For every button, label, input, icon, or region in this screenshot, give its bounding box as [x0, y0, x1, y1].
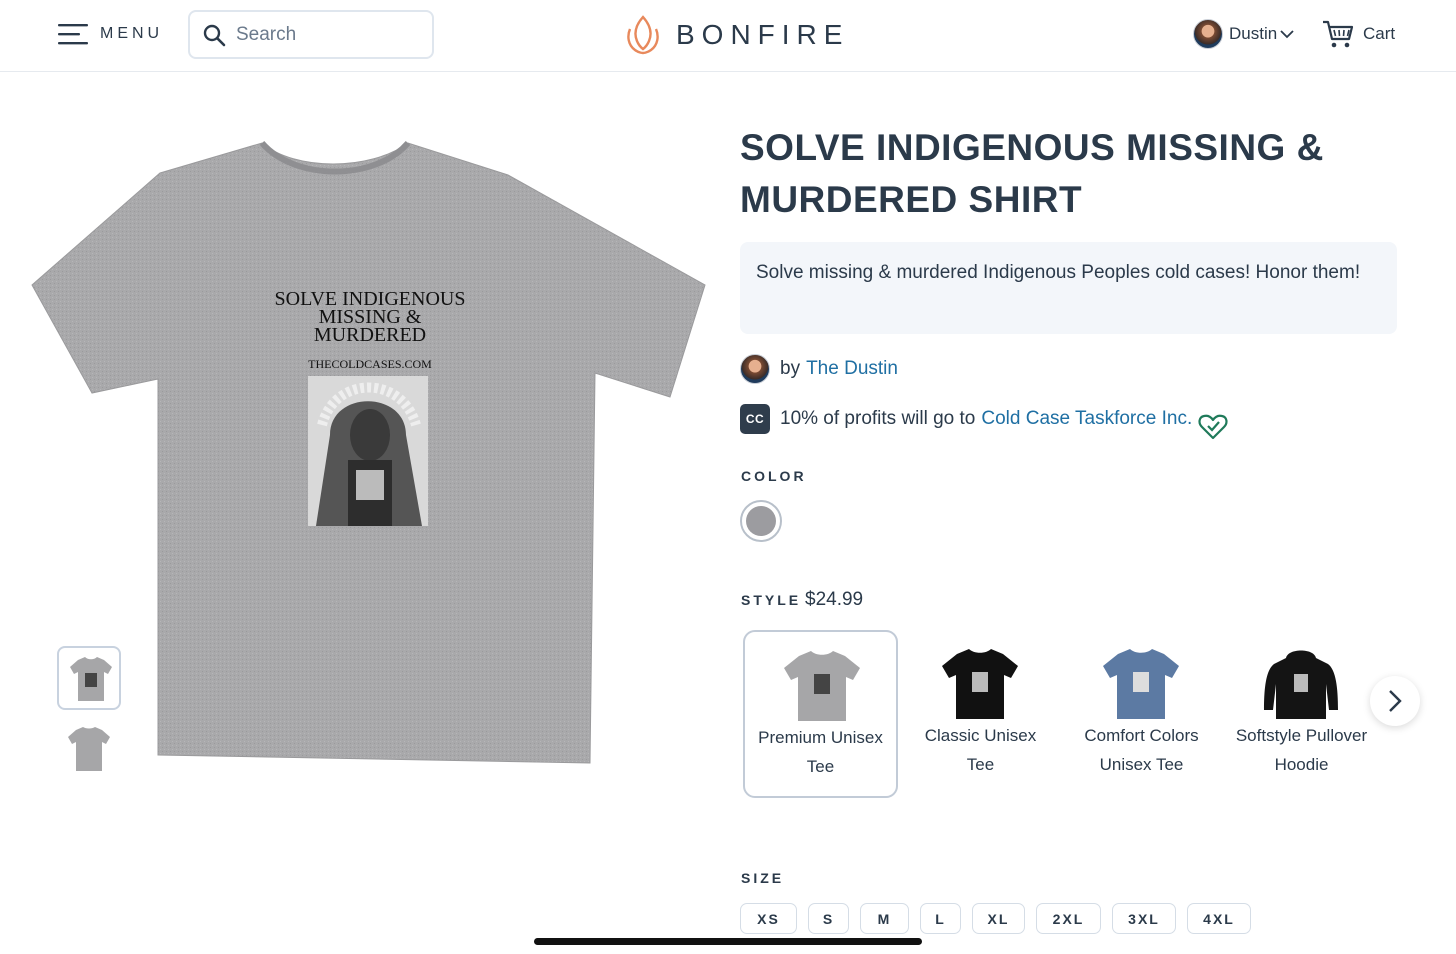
- search-input[interactable]: [236, 23, 416, 46]
- size-2xl-button[interactable]: 2XL: [1036, 903, 1101, 934]
- style-name: Premium Unisex Tee: [758, 728, 883, 776]
- hamburger-icon: [58, 24, 88, 45]
- style-name: Classic Unisex Tee: [924, 726, 1037, 774]
- style-option-premium-unisex-tee[interactable]: Premium Unisex Tee: [743, 630, 898, 798]
- style-option-softstyle-pullover-hoodie[interactable]: Softstyle Pullover Hoodie: [1224, 630, 1379, 798]
- creator-row: by The Dustin: [740, 353, 898, 385]
- size-l-button[interactable]: L: [920, 903, 961, 934]
- product-title: SOLVE INDIGENOUS MISSING & MURDERED SHIR…: [740, 127, 1324, 220]
- product-description: Solve missing & murdered Indigenous Peop…: [740, 242, 1397, 334]
- menu-button[interactable]: MENU: [58, 20, 163, 48]
- hoodie-image: [1264, 650, 1338, 719]
- flame-logo-icon: [627, 15, 659, 55]
- style-label: STYLE: [741, 592, 802, 608]
- size-s-button[interactable]: S: [808, 903, 849, 934]
- print-line-3: MURDERED: [314, 324, 426, 346]
- search-icon: [203, 24, 226, 46]
- creator-avatar: [740, 354, 770, 384]
- cart-label: Cart: [1363, 24, 1396, 43]
- home-indicator: [534, 938, 922, 945]
- cause-org-link[interactable]: Cold Case Taskforce Inc.: [981, 408, 1192, 430]
- thumbnail-back[interactable]: [57, 718, 121, 782]
- size-xs-button[interactable]: XS: [740, 903, 797, 934]
- user-avatar: [1193, 19, 1223, 49]
- top-nav-bar: MENU BONFIRE Dustin Cart: [0, 0, 1456, 72]
- cause-badge: CC: [740, 404, 770, 434]
- style-name: Comfort Colors Unisex Tee: [1084, 726, 1199, 774]
- logo-wordmark: BONFIRE: [676, 19, 850, 50]
- size-xl-button[interactable]: XL: [972, 903, 1025, 934]
- style-price: $24.99: [805, 589, 864, 610]
- cause-text: 10% of profits will go to: [780, 408, 976, 429]
- bonfire-logo[interactable]: BONFIRE: [624, 14, 849, 56]
- size-3xl-button[interactable]: 3XL: [1112, 903, 1176, 934]
- menu-label: MENU: [100, 25, 164, 42]
- swatch-fill: [746, 506, 776, 536]
- color-swatch-heather-grey[interactable]: [740, 500, 782, 542]
- chevron-right-icon: [1389, 690, 1402, 712]
- style-carousel-next-button[interactable]: [1370, 676, 1420, 726]
- premium-tee-image: [784, 651, 860, 721]
- size-label: SIZE: [741, 870, 785, 886]
- cause-row: CC 10% of profits will go to Cold Case T…: [740, 403, 1228, 440]
- classic-tee-image: [942, 649, 1018, 719]
- user-menu[interactable]: Dustin: [1193, 18, 1294, 50]
- user-name: Dustin: [1229, 24, 1278, 43]
- size-m-button[interactable]: M: [860, 903, 909, 934]
- size-4xl-button[interactable]: 4XL: [1187, 903, 1251, 934]
- heart-check-icon: [1198, 414, 1228, 440]
- search-box[interactable]: [188, 10, 434, 59]
- style-name: Softstyle Pullover Hoodie: [1235, 726, 1368, 774]
- comfort-colors-tee-image: [1103, 649, 1179, 719]
- creator-link[interactable]: The Dustin: [806, 358, 898, 380]
- chevron-down-icon: [1280, 30, 1294, 39]
- by-label: by: [780, 358, 801, 379]
- product-main-image[interactable]: SOLVE INDIGENOUS MISSING & MURDERED THEC…: [30, 135, 710, 775]
- tshirt-front-thumbnail: [70, 657, 112, 701]
- cart-button[interactable]: Cart: [1322, 18, 1395, 50]
- style-option-classic-unisex-tee[interactable]: Classic Unisex Tee: [903, 630, 1058, 798]
- cart-icon: [1323, 20, 1354, 48]
- tshirt-back-thumbnail: [68, 727, 110, 771]
- style-option-comfort-colors-unisex-tee[interactable]: Comfort Colors Unisex Tee: [1064, 630, 1219, 798]
- print-site: THECOLDCASES.COM: [308, 357, 432, 371]
- thumbnail-front[interactable]: [57, 646, 121, 710]
- color-label: COLOR: [741, 468, 807, 484]
